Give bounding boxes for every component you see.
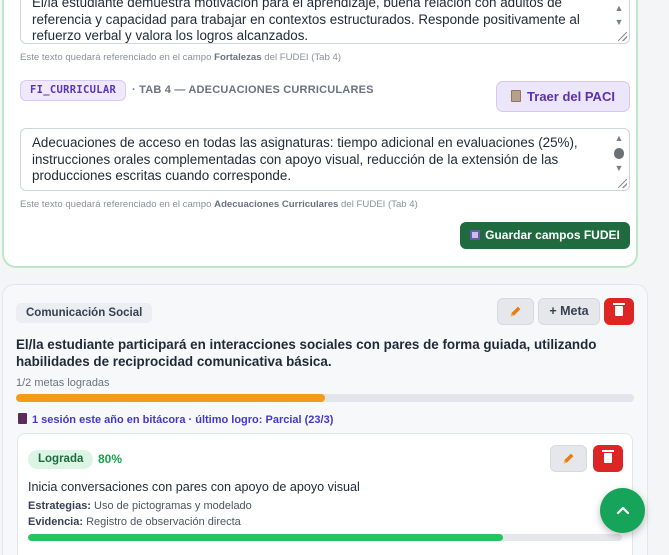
delete-subgoal-button[interactable] (593, 445, 623, 472)
hint-text: Este texto quedará referenciado en el ca… (20, 199, 215, 210)
edit-goal-button[interactable] (497, 298, 534, 325)
strategies-value: Uso de pictogramas y modelado (94, 500, 252, 512)
add-meta-button[interactable]: + Meta (538, 298, 600, 325)
edit-subgoal-button[interactable] (550, 445, 587, 472)
status-badge: Lograda (28, 450, 94, 469)
adecuaciones-hint: Este texto quedará referenciado en el ca… (20, 199, 418, 210)
goal-progress-label: 1/2 metas logradas (16, 377, 110, 389)
subgoal-title: Inicia conversaciones con pares con apoy… (28, 480, 360, 494)
subgoal-strategies: Estrategias: Uso de pictogramas y modela… (28, 500, 252, 512)
field-code-chip: FI_CURRICULAR (20, 80, 127, 101)
traer-paci-label: Traer del PACI (527, 89, 615, 104)
hint-text: del FUDEI (Tab 4) (261, 52, 342, 63)
clipboard-icon (511, 90, 522, 102)
page: El/la estudiante demuestra motivación pa… (0, 0, 669, 555)
scroll-to-top-button[interactable] (600, 488, 645, 533)
session-log-line[interactable]: 1 sesión este año en bitácora · último l… (18, 413, 333, 426)
hint-field-name: Fortalezas (214, 52, 262, 63)
pencil-icon (563, 453, 574, 464)
resize-grip-icon[interactable] (618, 32, 627, 41)
goal-progress-fill (16, 394, 325, 402)
subgoal-progress-bar (28, 534, 622, 541)
evidence-value: Registro de observación directa (86, 516, 241, 528)
scroll-up-arrow-icon[interactable]: ▲ (614, 133, 624, 143)
book-icon (18, 413, 27, 424)
subgoal-progress-fill (28, 534, 504, 541)
subgoal-evidence: Evidencia: Registro de observación direc… (28, 516, 241, 528)
hint-text: Este texto quedará referenciado en el ca… (20, 52, 215, 63)
session-log-text: 1 sesión este año en bitácora · último l… (32, 414, 334, 426)
pencil-icon (510, 306, 521, 317)
goal-progress-bar (16, 394, 634, 402)
trash-icon (602, 450, 614, 463)
save-fudei-button[interactable]: Guardar campos FUDEI (460, 222, 630, 249)
hint-field-name: Adecuaciones Curriculares (214, 199, 339, 210)
traer-paci-button[interactable]: Traer del PACI (496, 81, 630, 112)
fortalezas-textarea[interactable]: El/la estudiante demuestra motivación pa… (20, 0, 630, 44)
chevron-up-icon (616, 506, 629, 515)
scroll-down-arrow-icon[interactable]: ▼ (614, 163, 624, 173)
fortalezas-text: El/la estudiante demuestra motivación pa… (32, 0, 580, 43)
goal-title: El/la estudiante participará en interacc… (16, 337, 597, 369)
delete-goal-button[interactable] (604, 298, 634, 325)
scroll-up-arrow-icon[interactable]: ▲ (614, 3, 624, 13)
evidence-label: Evidencia: (28, 516, 84, 528)
scrollbar-thumb[interactable] (614, 148, 624, 159)
hint-text: del FUDEI (Tab 4) (338, 199, 418, 210)
fortalezas-hint: Este texto quedará referenciado en el ca… (20, 52, 341, 63)
resize-grip-icon[interactable] (618, 179, 627, 188)
floppy-icon (470, 230, 481, 240)
area-chip: Comunicación Social (16, 303, 153, 323)
adecuaciones-textarea[interactable]: Adecuaciones de acceso en todas las asig… (20, 128, 630, 191)
strategies-label: Estrategias: (28, 500, 91, 512)
scroll-down-arrow-icon[interactable]: ▼ (614, 17, 624, 27)
save-fudei-label: Guardar campos FUDEI (485, 228, 620, 242)
adecuaciones-text: Adecuaciones de acceso en todas las asig… (32, 135, 578, 183)
trash-icon (613, 303, 625, 316)
tab-label: · TAB 4 — ADECUACIONES CURRICULARES (132, 84, 374, 96)
subgoal-percent: 80% (98, 452, 123, 466)
